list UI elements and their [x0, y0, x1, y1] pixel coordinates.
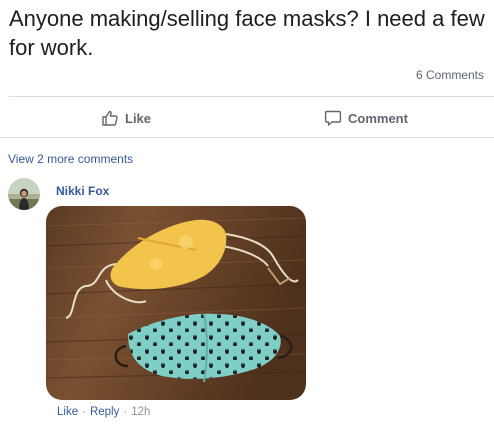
comment-count[interactable]: 6 Comments [416, 68, 484, 82]
comment-meta: Like · Reply · 12h [57, 406, 150, 418]
comment-timestamp[interactable]: 12h [131, 406, 150, 418]
like-label: Like [125, 110, 152, 126]
meta-separator: · [82, 406, 86, 418]
like-button[interactable]: Like [101, 98, 151, 138]
comment-author[interactable]: Nikki Fox [56, 184, 109, 198]
comment-like-link[interactable]: Like [57, 406, 78, 418]
view-more-comments-link[interactable]: View 2 more comments [8, 152, 133, 166]
comment-label: Comment [348, 110, 408, 126]
comment-button[interactable]: Comment [324, 98, 408, 138]
thumbs-up-icon [101, 109, 119, 127]
meta-separator: · [123, 406, 128, 418]
divider-bottom [0, 137, 494, 138]
comment-icon [324, 109, 342, 127]
comment-photo[interactable] [46, 206, 306, 400]
divider-top [9, 96, 494, 97]
comment-reply-link[interactable]: Reply [90, 406, 119, 418]
action-bar: Like Comment [0, 98, 494, 138]
post-text: Anyone making/selling face masks? I need… [9, 6, 485, 60]
avatar[interactable] [8, 178, 40, 210]
